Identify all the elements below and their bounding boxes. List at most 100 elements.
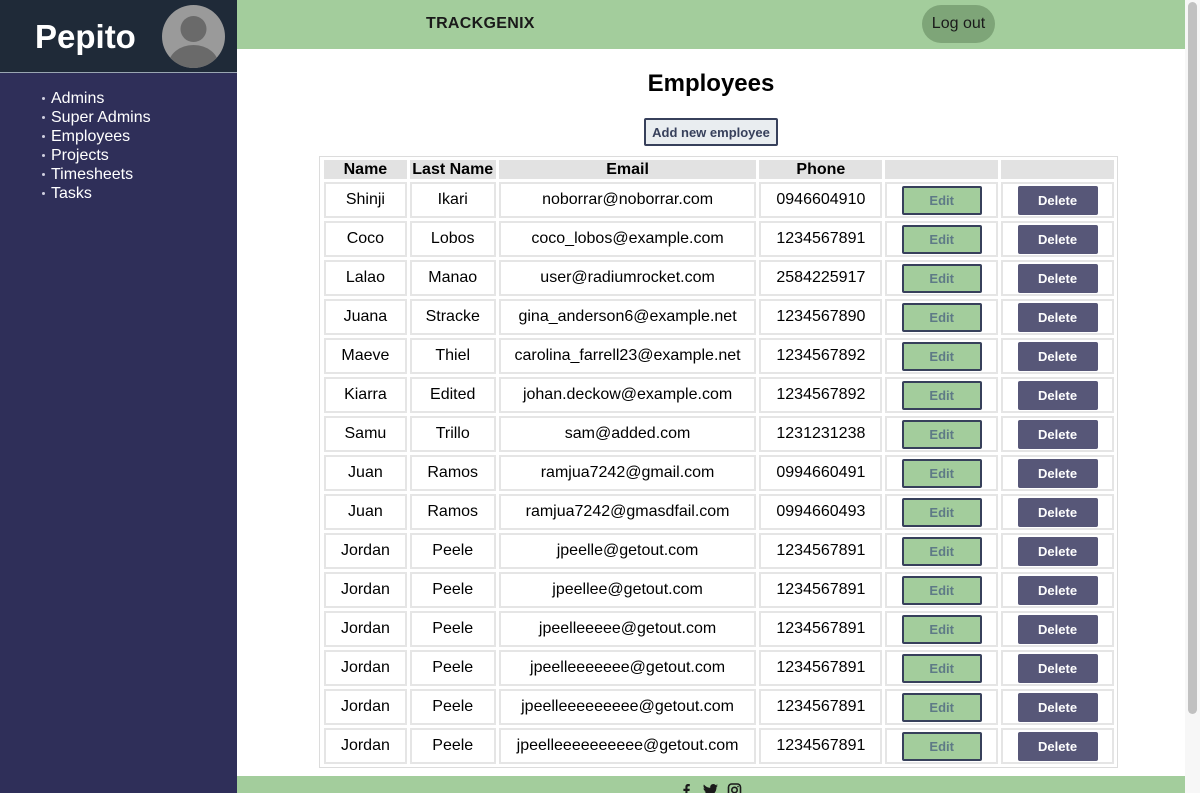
table-row: Jordan Peele jpeellee@getout.com 1234567891…: [324, 572, 1114, 608]
cell-edit: Edit: [885, 221, 999, 257]
edit-button[interactable]: Edit: [901, 458, 982, 488]
delete-button[interactable]: Delete: [1017, 302, 1098, 332]
add-employee-button[interactable]: Add new employee: [644, 118, 778, 146]
sidebar-item-label[interactable]: Employees: [51, 128, 130, 145]
cell-delete: Delete: [1001, 299, 1114, 335]
cell-phone: 1234567891: [759, 611, 883, 647]
edit-button[interactable]: Edit: [901, 263, 982, 293]
edit-button[interactable]: Edit: [901, 731, 982, 761]
sidebar-item-label[interactable]: Super Admins: [51, 109, 151, 126]
cell-edit: Edit: [885, 494, 999, 530]
cell-edit: Edit: [885, 338, 999, 374]
cell-phone: 1234567891: [759, 533, 883, 569]
cell-name: Juana: [324, 299, 407, 335]
cell-email: ramjua7242@gmail.com: [498, 455, 757, 491]
column-header-edit: [885, 160, 999, 179]
table-row: Jordan Peele jpeelleeeee@getout.com 1234567…: [324, 611, 1114, 647]
sidebar-item-label[interactable]: Projects: [51, 147, 109, 164]
page-scrollbar[interactable]: [1185, 0, 1200, 793]
cell-delete: Delete: [1001, 689, 1114, 725]
edit-button[interactable]: Edit: [901, 614, 982, 644]
sidebar-item-label[interactable]: Timesheets: [51, 166, 133, 183]
cell-phone: 1234567892: [759, 377, 883, 413]
edit-button[interactable]: Edit: [901, 497, 982, 527]
cell-delete: Delete: [1001, 377, 1114, 413]
edit-button[interactable]: Edit: [901, 419, 982, 449]
edit-button[interactable]: Edit: [901, 185, 982, 215]
cell-name: Shinji: [324, 182, 407, 218]
delete-button[interactable]: Delete: [1017, 263, 1098, 293]
delete-button[interactable]: Delete: [1017, 185, 1098, 215]
delete-button[interactable]: Delete: [1017, 692, 1098, 722]
cell-name: Lalao: [324, 260, 407, 296]
cell-email: johan.deckow@example.com: [498, 377, 757, 413]
cell-phone: 1234567890: [759, 299, 883, 335]
edit-button[interactable]: Edit: [901, 302, 982, 332]
cell-name: Coco: [324, 221, 407, 257]
cell-edit: Edit: [885, 650, 999, 686]
cell-email: jpeelleeeeeeeeee@getout.com: [498, 728, 757, 764]
cell-last-name: Lobos: [409, 221, 496, 257]
column-header-phone: Phone: [759, 160, 883, 179]
user-brand: Pepito: [0, 0, 237, 73]
twitter-icon[interactable]: [702, 783, 719, 793]
cell-phone: 2584225917: [759, 260, 883, 296]
sidebar-item-label[interactable]: Tasks: [51, 185, 92, 202]
instagram-icon[interactable]: [726, 783, 743, 793]
cell-edit: Edit: [885, 572, 999, 608]
sidebar-item-employees[interactable]: Employees: [40, 127, 151, 146]
delete-button[interactable]: Delete: [1017, 224, 1098, 254]
cell-delete: Delete: [1001, 182, 1114, 218]
edit-button[interactable]: Edit: [901, 692, 982, 722]
scrollbar-thumb[interactable]: [1188, 2, 1197, 714]
cell-edit: Edit: [885, 533, 999, 569]
edit-button[interactable]: Edit: [901, 341, 982, 371]
cell-phone: 1231231238: [759, 416, 883, 452]
cell-delete: Delete: [1001, 455, 1114, 491]
cell-edit: Edit: [885, 728, 999, 764]
delete-button[interactable]: Delete: [1017, 575, 1098, 605]
delete-button[interactable]: Delete: [1017, 497, 1098, 527]
cell-name: Jordan: [324, 728, 407, 764]
delete-button[interactable]: Delete: [1017, 341, 1098, 371]
table-header-row: Name Last Name Email Phone: [324, 160, 1114, 179]
edit-button[interactable]: Edit: [901, 380, 982, 410]
delete-button[interactable]: Delete: [1017, 419, 1098, 449]
employees-table: Name Last Name Email Phone Shinji Ikari no…: [321, 157, 1117, 767]
table-row: Maeve Thiel carolina_farrell23@example.net…: [324, 338, 1114, 374]
delete-button[interactable]: Delete: [1017, 731, 1098, 761]
delete-button[interactable]: Delete: [1017, 614, 1098, 644]
cell-email: carolina_farrell23@example.net: [498, 338, 757, 374]
footer: [237, 776, 1185, 793]
cell-name: Kiarra: [324, 377, 407, 413]
top-header: TRACKGENIX Log out: [237, 0, 1185, 49]
cell-email: jpeelleeeeeeeee@getout.com: [498, 689, 757, 725]
cell-phone: 1234567891: [759, 221, 883, 257]
logout-button[interactable]: Log out: [922, 5, 995, 43]
table-row: Juan Ramos ramjua7242@gmasdfail.com 0994660…: [324, 494, 1114, 530]
table-row: Jordan Peele jpeelle@getout.com 1234567891 E…: [324, 533, 1114, 569]
cell-name: Juan: [324, 494, 407, 530]
sidebar-item-timesheets[interactable]: Timesheets: [40, 165, 151, 184]
delete-button[interactable]: Delete: [1017, 536, 1098, 566]
cell-name: Maeve: [324, 338, 407, 374]
edit-button[interactable]: Edit: [901, 536, 982, 566]
edit-button[interactable]: Edit: [901, 224, 982, 254]
column-header-email: Email: [498, 160, 757, 179]
cell-delete: Delete: [1001, 338, 1114, 374]
table-row: Juan Ramos ramjua7242@gmail.com 0994660491 E…: [324, 455, 1114, 491]
cell-delete: Delete: [1001, 533, 1114, 569]
facebook-icon[interactable]: [678, 783, 695, 793]
cell-edit: Edit: [885, 416, 999, 452]
delete-button[interactable]: Delete: [1017, 653, 1098, 683]
sidebar-item-admins[interactable]: Admins: [40, 89, 151, 108]
delete-button[interactable]: Delete: [1017, 380, 1098, 410]
edit-button[interactable]: Edit: [901, 575, 982, 605]
sidebar-item-super-admins[interactable]: Super Admins: [40, 108, 151, 127]
sidebar-item-tasks[interactable]: Tasks: [40, 184, 151, 203]
cell-phone: 0994660493: [759, 494, 883, 530]
edit-button[interactable]: Edit: [901, 653, 982, 683]
delete-button[interactable]: Delete: [1017, 458, 1098, 488]
sidebar-item-projects[interactable]: Projects: [40, 146, 151, 165]
sidebar-item-label[interactable]: Admins: [51, 90, 104, 107]
